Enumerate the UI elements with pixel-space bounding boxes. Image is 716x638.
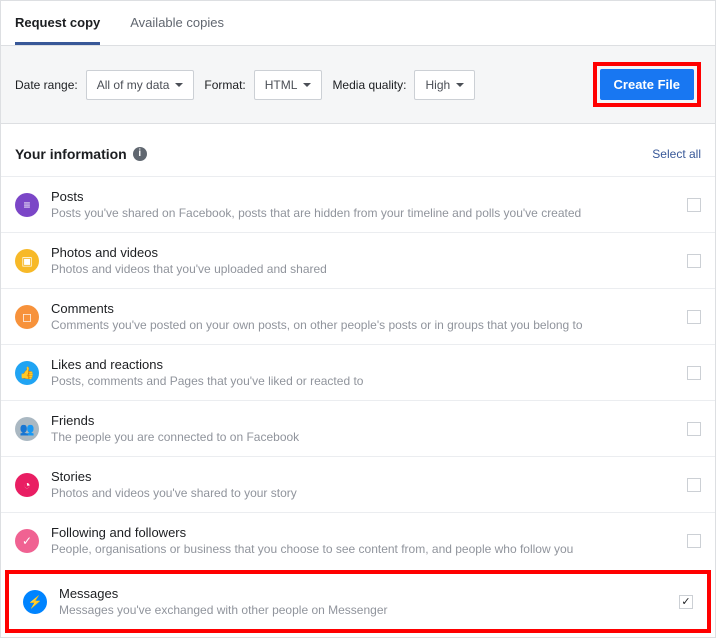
item-checkbox[interactable] bbox=[687, 478, 701, 492]
highlight-messages-row: ⚡ Messages Messages you've exchanged with … bbox=[5, 570, 711, 633]
category-icon: ⚡ bbox=[23, 590, 47, 614]
tabs: Request copy Available copies bbox=[1, 1, 715, 46]
item-desc: Messages you've exchanged with other peo… bbox=[59, 603, 667, 617]
item-checkbox[interactable] bbox=[687, 422, 701, 436]
caret-down-icon bbox=[175, 83, 183, 87]
item-body: Stories Photos and videos you've shared t… bbox=[51, 469, 675, 500]
item-desc: Posts, comments and Pages that you've li… bbox=[51, 374, 675, 388]
item-title: Likes and reactions bbox=[51, 357, 675, 372]
item-title: Following and followers bbox=[51, 525, 675, 540]
item-body: Posts Posts you've shared on Facebook, po… bbox=[51, 189, 675, 220]
item-desc: Photos and videos that you've uploaded a… bbox=[51, 262, 675, 276]
item-body: Comments Comments you've posted on your o… bbox=[51, 301, 675, 332]
item-checkbox[interactable] bbox=[679, 595, 693, 609]
item-body: Following and followers People, organisat… bbox=[51, 525, 675, 556]
caret-down-icon bbox=[456, 83, 464, 87]
tab-available-copies[interactable]: Available copies bbox=[130, 1, 224, 45]
category-icon: ▣ bbox=[15, 249, 39, 273]
media-quality-value: High bbox=[425, 78, 450, 92]
item-desc: Posts you've shared on Facebook, posts t… bbox=[51, 206, 675, 220]
list-item[interactable]: ▣ Photos and videos Photos and videos that… bbox=[1, 232, 715, 288]
item-body: Friends The people you are connected to o… bbox=[51, 413, 675, 444]
item-title: Friends bbox=[51, 413, 675, 428]
item-desc: People, organisations or business that y… bbox=[51, 542, 675, 556]
info-icon[interactable]: i bbox=[133, 147, 147, 161]
list-item[interactable]: 👥 Friends The people you are connected to … bbox=[1, 400, 715, 456]
list-item[interactable]: ✓ Following and followers People, organisa… bbox=[1, 512, 715, 568]
list-item[interactable]: ◻ Comments Comments you've posted on your … bbox=[1, 288, 715, 344]
item-body: Messages Messages you've exchanged with o… bbox=[59, 586, 667, 617]
item-checkbox[interactable] bbox=[687, 366, 701, 380]
section-title: Your information bbox=[15, 146, 127, 162]
category-icon: 👍 bbox=[15, 361, 39, 385]
format-label: Format: bbox=[204, 78, 245, 92]
item-title: Messages bbox=[59, 586, 667, 601]
item-body: Photos and videos Photos and videos that … bbox=[51, 245, 675, 276]
create-file-button[interactable]: Create File bbox=[600, 69, 694, 100]
item-body: Likes and reactions Posts, comments and P… bbox=[51, 357, 675, 388]
list-item[interactable]: ◔ Stories Photos and videos you've shared … bbox=[1, 456, 715, 512]
item-title: Comments bbox=[51, 301, 675, 316]
list-item[interactable]: ⚡ Messages Messages you've exchanged with … bbox=[9, 574, 707, 629]
item-checkbox[interactable] bbox=[687, 198, 701, 212]
item-desc: The people you are connected to on Faceb… bbox=[51, 430, 675, 444]
item-title: Stories bbox=[51, 469, 675, 484]
highlight-create-file: Create File bbox=[593, 62, 701, 107]
category-icon: 👥 bbox=[15, 417, 39, 441]
date-range-dropdown[interactable]: All of my data bbox=[86, 70, 195, 100]
category-icon: ◻ bbox=[15, 305, 39, 329]
date-range-label: Date range: bbox=[15, 78, 78, 92]
list-item[interactable]: 👍 Likes and reactions Posts, comments and … bbox=[1, 344, 715, 400]
date-range-value: All of my data bbox=[97, 78, 170, 92]
category-icon: ✓ bbox=[15, 529, 39, 553]
item-desc: Photos and videos you've shared to your … bbox=[51, 486, 675, 500]
caret-down-icon bbox=[303, 83, 311, 87]
item-title: Photos and videos bbox=[51, 245, 675, 260]
format-value: HTML bbox=[265, 78, 298, 92]
category-icon: ≡ bbox=[15, 193, 39, 217]
section-header: Your information i Select all bbox=[1, 124, 715, 176]
item-checkbox[interactable] bbox=[687, 310, 701, 324]
item-desc: Comments you've posted on your own posts… bbox=[51, 318, 675, 332]
controls-bar: Date range: All of my data Format: HTML … bbox=[1, 46, 715, 124]
format-dropdown[interactable]: HTML bbox=[254, 70, 323, 100]
item-checkbox[interactable] bbox=[687, 254, 701, 268]
item-checkbox[interactable] bbox=[687, 534, 701, 548]
tab-request-copy[interactable]: Request copy bbox=[15, 1, 100, 45]
select-all-link[interactable]: Select all bbox=[652, 147, 701, 161]
media-quality-dropdown[interactable]: High bbox=[414, 70, 475, 100]
media-quality-label: Media quality: bbox=[332, 78, 406, 92]
category-icon: ◔ bbox=[15, 473, 39, 497]
list-item[interactable]: ≡ Posts Posts you've shared on Facebook, p… bbox=[1, 176, 715, 232]
item-title: Posts bbox=[51, 189, 675, 204]
